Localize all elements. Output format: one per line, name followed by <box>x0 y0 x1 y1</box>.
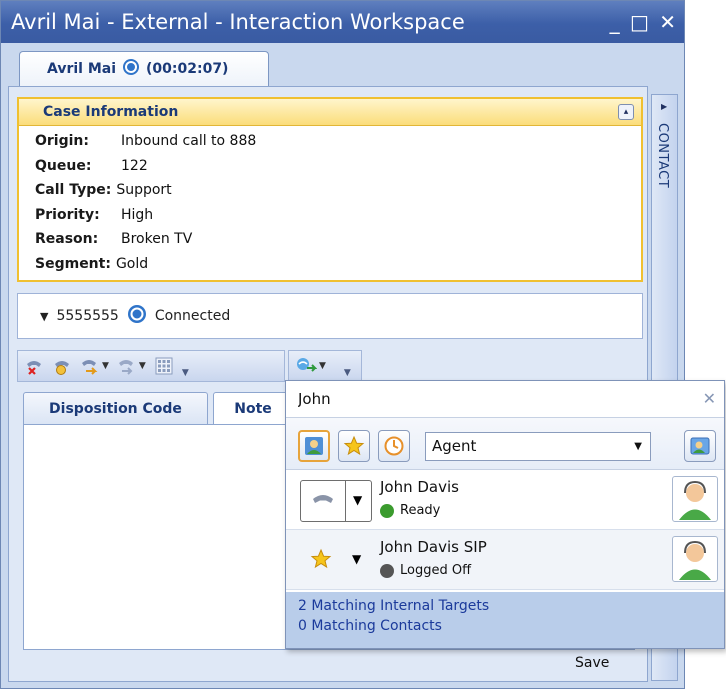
search-summary: 2 Matching Internal Targets 0 Matching C… <box>286 592 724 648</box>
result-action-buttons: ▼ <box>300 480 372 522</box>
contacts-view-icon <box>690 437 710 455</box>
title-bar: Avril Mai - External - Interaction Works… <box>1 1 684 43</box>
result-status-text: Logged Off <box>400 563 472 578</box>
team-communicator-popup: ✕ Agent ▼ ▼ John Davis Ready <box>285 380 725 649</box>
search-result-item[interactable]: ▼ John Davis SIP Logged Off <box>286 530 724 590</box>
matching-internal-targets[interactable]: 2 Matching Internal Targets <box>298 596 724 616</box>
tab-disposition-code[interactable]: Disposition Code <box>23 392 208 424</box>
case-field-queue: Queue: 122 <box>19 154 641 179</box>
tab-customer-name: Avril Mai <box>47 61 117 77</box>
toolbar-overflow-icon[interactable]: ▼ <box>182 368 189 378</box>
star-icon <box>343 435 365 456</box>
target-type-select[interactable]: Agent ▼ <box>425 432 651 461</box>
chevron-down-icon: ▼ <box>634 441 642 452</box>
result-status-text: Ready <box>400 503 441 518</box>
collapse-icon[interactable]: ▴ <box>618 104 634 120</box>
case-field-value: Gold <box>115 255 149 272</box>
case-field-value: Support <box>116 182 172 199</box>
call-timer: (00:02:07) <box>146 61 229 77</box>
agent-filter-icon <box>305 437 323 455</box>
action-menu-icon[interactable]: ▼ <box>352 552 361 566</box>
consult-call-icon[interactable]: ▼ <box>295 356 326 376</box>
case-information-header: Case Information ▴ <box>19 99 641 126</box>
clear-search-icon[interactable]: ✕ <box>703 389 716 408</box>
case-field-label: Origin: <box>35 133 89 150</box>
case-field-label: Segment: <box>35 255 111 272</box>
consult-overflow-icon[interactable]: ▼ <box>344 368 351 378</box>
case-field-label: Call Type: <box>35 182 112 199</box>
transfer-call-icon[interactable]: ▼ <box>80 356 109 376</box>
favorite-star-icon[interactable] <box>310 548 332 574</box>
filter-recent-button[interactable] <box>378 430 410 462</box>
case-field-label: Reason: <box>35 231 99 248</box>
filter-favorites-button[interactable] <box>338 430 370 462</box>
agent-avatar <box>672 476 718 522</box>
interaction-tab-strip: Avril Mai (00:02:07) <box>1 43 684 86</box>
filter-all-targets-button[interactable] <box>298 430 330 462</box>
tab-interaction-avril-mai[interactable]: Avril Mai (00:02:07) <box>19 51 269 86</box>
case-field-value: Inbound call to 888 <box>121 133 257 150</box>
team-search-input[interactable] <box>296 387 686 411</box>
case-field-label: Queue: <box>35 157 92 174</box>
call-action-icon[interactable] <box>311 491 335 515</box>
contact-panel-label: CONTACT <box>655 123 670 189</box>
case-field-origin: Origin: Inbound call to 888 <box>19 129 641 154</box>
hold-call-icon[interactable] <box>52 356 72 376</box>
expand-party-icon[interactable]: ▼ <box>40 310 48 323</box>
call-party-number: 5555555 <box>56 308 119 324</box>
window-title: Avril Mai - External - Interaction Works… <box>11 10 465 34</box>
conference-call-icon[interactable]: ▼ <box>117 356 146 376</box>
matching-contacts[interactable]: 0 Matching Contacts <box>298 616 724 636</box>
status-ready-icon <box>380 503 394 518</box>
case-information-panel: Case Information ▴ Origin: Inbound call t… <box>17 97 643 282</box>
agent-avatar <box>672 536 718 582</box>
expand-contact-icon[interactable]: ▶ <box>661 102 667 111</box>
case-field-priority: Priority: High <box>19 203 641 228</box>
tab-note[interactable]: Note <box>213 392 293 424</box>
call-connected-icon <box>122 58 140 80</box>
keypad-icon[interactable] <box>154 356 174 376</box>
case-field-label: Priority: <box>35 206 100 223</box>
search-result-item[interactable]: ▼ John Davis Ready <box>286 470 724 530</box>
clock-icon <box>384 436 404 456</box>
view-options-button[interactable] <box>684 430 716 462</box>
search-filter-bar: Agent ▼ <box>286 418 724 470</box>
case-field-value: Broken TV <box>121 231 193 248</box>
case-field-value: 122 <box>121 157 148 174</box>
result-name: John Davis <box>380 478 459 496</box>
case-field-reason: Reason: Broken TV <box>19 227 641 252</box>
end-call-icon[interactable] <box>24 356 44 376</box>
result-status: Ready <box>380 503 440 518</box>
case-field-call-type: Call Type: Support <box>19 178 641 203</box>
save-button[interactable]: Save <box>575 655 609 671</box>
agent-headset-icon <box>679 480 711 520</box>
team-search-bar: ✕ <box>286 381 724 418</box>
status-logged-off-icon <box>380 563 394 578</box>
consult-toolbar: ▼ ▼ <box>288 350 362 382</box>
result-name: John Davis SIP <box>380 538 487 556</box>
interaction-subtabs: Disposition Code Note <box>23 392 293 424</box>
call-status-text: Connected <box>154 308 231 324</box>
action-menu-icon[interactable]: ▼ <box>353 493 362 507</box>
window-controls[interactable]: _ □ ✕ <box>610 1 678 43</box>
call-party-row[interactable]: ▼ 5555555 Connected <box>17 293 643 339</box>
case-field-segment: Segment: Gold <box>19 252 641 277</box>
call-action-toolbar: ▼ ▼ ▼ <box>17 350 285 382</box>
target-type-value: Agent <box>432 437 477 455</box>
case-field-value: High <box>121 206 154 223</box>
call-status-icon <box>127 304 147 328</box>
action-divider <box>345 481 346 521</box>
case-information-title: Case Information <box>43 104 179 120</box>
agent-headset-icon <box>679 540 711 580</box>
result-status: Logged Off <box>380 563 471 578</box>
